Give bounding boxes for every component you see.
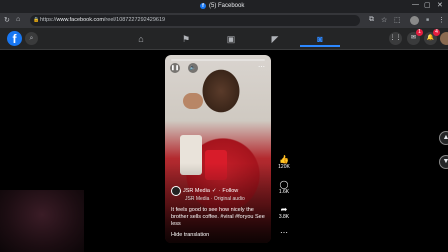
close-window-icon[interactable]: ✕ (437, 1, 443, 9)
refresh-icon[interactable]: ↻ (4, 16, 10, 24)
reel-caption: It feels good to see how nicely the brot… (171, 207, 265, 227)
like-icon[interactable]: 👍 (277, 155, 291, 164)
more-icon[interactable]: ⋯ (277, 228, 291, 237)
messenger-badge: 1 (416, 29, 423, 36)
home-icon[interactable]: ⌂ (121, 31, 161, 47)
reel-video[interactable]: ❚❚ 🔈 ⋯ JSR Media ✓ · Follow JSR Media · … (165, 55, 271, 243)
more-options-icon[interactable]: ⋯ (258, 63, 265, 71)
follow-button[interactable]: Follow (222, 188, 238, 194)
browser-titlebar: f (5) Facebook — ▢ ✕ (0, 0, 448, 13)
browser-menu-icon[interactable]: ⋮ (438, 16, 445, 24)
author-avatar[interactable] (171, 186, 181, 196)
comment-icon[interactable]: ◯ (277, 180, 291, 189)
bookmark-star-icon[interactable]: ☆ (381, 16, 387, 24)
url-domain: www.facebook.com (56, 17, 104, 23)
verified-icon: ✓ (211, 188, 217, 194)
facebook-favicon-icon: f (200, 3, 206, 9)
address-bar[interactable]: 🔒 https://www.facebook.com/reel/10872272… (30, 15, 360, 26)
flag-icon[interactable]: ⚑ (166, 31, 206, 47)
share-icon[interactable]: ➦ (277, 205, 291, 214)
gaming-icon[interactable]: ◙ (300, 31, 340, 47)
video-hand (183, 93, 203, 109)
volume-icon[interactable]: 🔈 (188, 63, 198, 73)
store-icon[interactable]: ▣ (211, 31, 251, 47)
share-count: 3.8K (278, 214, 290, 220)
megaphone-icon[interactable]: ◤ (255, 31, 295, 47)
grid-icon[interactable]: ⋮⋮ (389, 32, 402, 45)
messenger-icon[interactable]: ✉ 1 (407, 29, 423, 45)
bell-icon[interactable]: 🔔 4 (424, 29, 440, 45)
avatar[interactable] (440, 32, 448, 45)
extensions-icon[interactable]: ⬚ (394, 16, 401, 24)
url-prefix: https:// (40, 17, 57, 23)
url-path: /reel/1087227292429619 (103, 17, 166, 23)
video-thumbnail-overlay (0, 190, 84, 252)
separator: · (218, 188, 221, 194)
arrow-up-icon[interactable]: ▲ (439, 131, 448, 145)
share-action[interactable]: ➦ 3.8K (277, 205, 291, 220)
tab-title: (5) Facebook (209, 3, 245, 9)
browser-tab[interactable]: f (5) Facebook (200, 3, 244, 9)
lock-icon: 🔒 (33, 17, 40, 23)
facebook-icon[interactable]: f (7, 31, 22, 46)
notifications-badge: 4 (433, 29, 440, 36)
home-browser-icon[interactable]: ⌂ (16, 16, 20, 23)
comment-count: 1.6K (278, 189, 290, 195)
author-name[interactable]: JSR Media (183, 188, 210, 194)
arrow-down-icon[interactable]: ▼ (439, 155, 448, 169)
more-action[interactable]: ⋯ (277, 228, 291, 237)
pause-icon[interactable]: ❚❚ (170, 63, 180, 73)
maximize-icon[interactable]: ▢ (424, 1, 431, 9)
video-gradient-overlay (165, 163, 271, 243)
hide-translation-link[interactable]: Hide translation (171, 232, 209, 238)
comment-action[interactable]: ◯ 1.6K (277, 180, 291, 195)
reel-audio[interactable]: JSR Media · Original audio (185, 196, 245, 202)
extension-badge-icon[interactable]: ■ (426, 17, 429, 23)
minimize-icon[interactable]: — (412, 1, 419, 8)
share-page-icon[interactable]: ⧉ (369, 16, 374, 24)
browser-toolbar: ↻ ⌂ 🔒 https://www.facebook.com/reel/1087… (0, 13, 448, 28)
search-icon[interactable]: ⌕ (25, 32, 38, 45)
profile-avatar[interactable] (410, 16, 419, 25)
facebook-navbar: f ⌕ ⌂ ⚑ ▣ ◤ ◙ ⋮⋮ ✉ 1 🔔 4 (0, 28, 448, 50)
like-action[interactable]: 👍 120K (277, 155, 291, 170)
video-progress-bar[interactable] (171, 59, 265, 61)
reel-author[interactable]: JSR Media ✓ · Follow (171, 186, 238, 196)
like-count: 120K (278, 164, 290, 170)
